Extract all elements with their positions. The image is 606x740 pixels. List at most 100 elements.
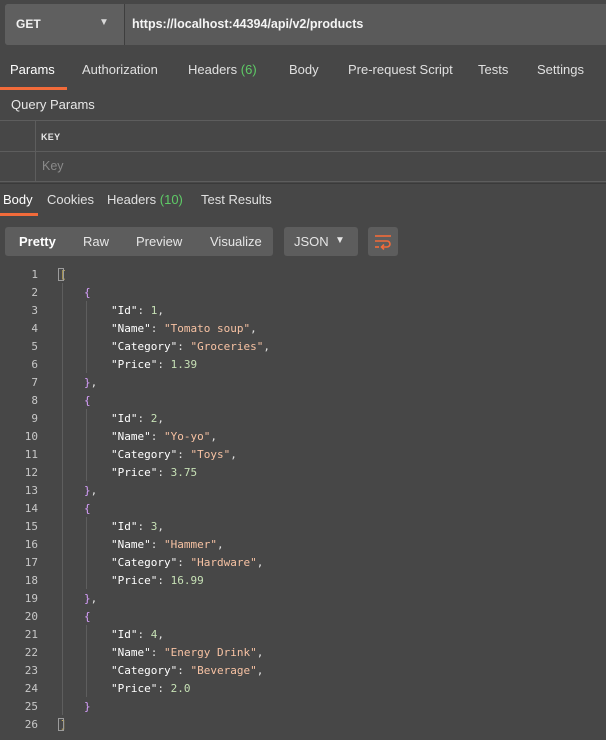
code-line: 13},: [0, 481, 606, 499]
divider: [0, 120, 606, 121]
request-bar: GET ▼ https://localhost:44394/api/v2/pro…: [5, 4, 606, 45]
line-number: 2: [31, 286, 38, 299]
line-number: 23: [24, 664, 38, 677]
json-key: "Category": [111, 556, 178, 569]
divider: [0, 151, 606, 152]
open-brace: {: [84, 394, 91, 407]
json-value: "Beverage": [190, 664, 257, 677]
json-key: "Price": [111, 682, 158, 695]
code-line: 20 {: [0, 607, 606, 625]
code-line: 26]: [0, 715, 606, 733]
preview-button[interactable]: Preview: [136, 234, 182, 249]
open-brace: {: [84, 610, 91, 623]
code-line: 18 "Price": 16.99: [0, 571, 606, 589]
json-value: "Yo-yo": [164, 430, 211, 443]
line-number: 11: [24, 448, 38, 461]
response-headers-count-badge: (10): [159, 192, 183, 207]
line-number: 13: [24, 484, 38, 497]
json-key: "Name": [111, 322, 151, 335]
chevron-down-icon: ▼: [99, 17, 109, 28]
tab-pre-request-script[interactable]: Pre-request Script: [348, 62, 453, 77]
tab-headers[interactable]: Headers (6): [188, 62, 257, 77]
tab-response-body[interactable]: Body: [3, 192, 33, 207]
tab-headers-label: Headers: [188, 62, 238, 77]
method-select[interactable]: GET ▼: [5, 4, 125, 45]
code-line: 23 "Category": "Beverage",: [0, 661, 606, 679]
line-number: 18: [24, 574, 38, 587]
code-line: 19},: [0, 589, 606, 607]
tab-body[interactable]: Body: [289, 62, 319, 77]
tab-authorization[interactable]: Authorization: [82, 62, 158, 77]
code-line: 16 "Name": "Hammer",: [0, 535, 606, 553]
json-key: "Price": [111, 574, 158, 587]
code-line: 5 "Category": "Groceries",: [0, 337, 606, 355]
tab-settings[interactable]: Settings: [537, 62, 584, 77]
tab-test-results[interactable]: Test Results: [201, 192, 272, 207]
line-number: 16: [24, 538, 38, 551]
line-number: 20: [24, 610, 38, 623]
wrap-lines-button[interactable]: [368, 227, 398, 256]
json-key: "Price": [111, 358, 158, 371]
active-tab-indicator: [0, 87, 67, 90]
close-brace: }: [84, 700, 91, 713]
headers-count-badge: (6): [240, 62, 257, 77]
line-number: 10: [24, 430, 38, 443]
line-number: 14: [24, 502, 38, 515]
json-value: "Groceries": [190, 340, 264, 353]
format-select[interactable]: JSON ▼: [284, 227, 358, 256]
code-line: 1[: [0, 265, 606, 283]
line-number: 6: [31, 358, 38, 371]
raw-button[interactable]: Raw: [83, 234, 109, 249]
pretty-button[interactable]: Pretty: [19, 234, 56, 249]
json-value: "Tomato soup": [164, 322, 251, 335]
code-line: 14 {: [0, 499, 606, 517]
code-line: 24 "Price": 2.0: [0, 679, 606, 697]
code-line: 4 "Name": "Tomato soup",: [0, 319, 606, 337]
json-key: "Id": [111, 628, 138, 641]
json-value: 16.99: [170, 574, 204, 587]
wrap-lines-icon: [375, 235, 391, 250]
visualize-button[interactable]: Visualize: [210, 234, 262, 249]
code-line: 8{: [0, 391, 606, 409]
line-number: 9: [31, 412, 38, 425]
json-key: "Category": [111, 340, 178, 353]
method-label: GET: [16, 17, 41, 31]
tab-response-headers[interactable]: Headers (10): [107, 192, 183, 207]
line-number: 15: [24, 520, 38, 533]
response-tabs: Body Cookies Headers (10) Test Results: [0, 184, 606, 216]
line-number: 7: [31, 376, 38, 389]
json-value: "Energy Drink": [164, 646, 257, 659]
json-value: 2.0: [170, 682, 191, 695]
format-label: JSON: [294, 234, 329, 249]
code-line: 10 "Name": "Yo-yo",: [0, 427, 606, 445]
open-brace: {: [84, 502, 91, 515]
url-input[interactable]: https://localhost:44394/api/v2/products: [132, 17, 363, 31]
line-number: 21: [24, 628, 38, 641]
bracket-match-highlight: [58, 268, 64, 281]
line-number: 12: [24, 466, 38, 479]
code-line: 9 "Id": 2,: [0, 409, 606, 427]
code-line: 2{: [0, 283, 606, 301]
json-key: "Name": [111, 430, 151, 443]
query-params-table: KEY Key: [0, 120, 606, 182]
tab-cookies[interactable]: Cookies: [47, 192, 94, 207]
json-key: "Name": [111, 646, 151, 659]
tab-params[interactable]: Params: [10, 62, 55, 77]
line-number: 19: [24, 592, 38, 605]
line-number: 22: [24, 646, 38, 659]
json-key: "Id": [111, 412, 138, 425]
param-key-input[interactable]: Key: [42, 159, 64, 173]
tab-tests[interactable]: Tests: [478, 62, 508, 77]
json-key: "Category": [111, 664, 178, 677]
line-number: 8: [31, 394, 38, 407]
code-line: 11 "Category": "Toys",: [0, 445, 606, 463]
line-number: 25: [24, 700, 38, 713]
line-number: 26: [24, 718, 38, 731]
code-line: 7},: [0, 373, 606, 391]
line-number: 4: [31, 322, 38, 335]
code-line: 3 "Id": 1,: [0, 301, 606, 319]
json-value: 1.39: [170, 358, 198, 371]
line-number: 17: [24, 556, 38, 569]
view-mode-group: Pretty Raw Preview Visualize: [5, 227, 273, 256]
line-number: 1: [31, 268, 38, 281]
